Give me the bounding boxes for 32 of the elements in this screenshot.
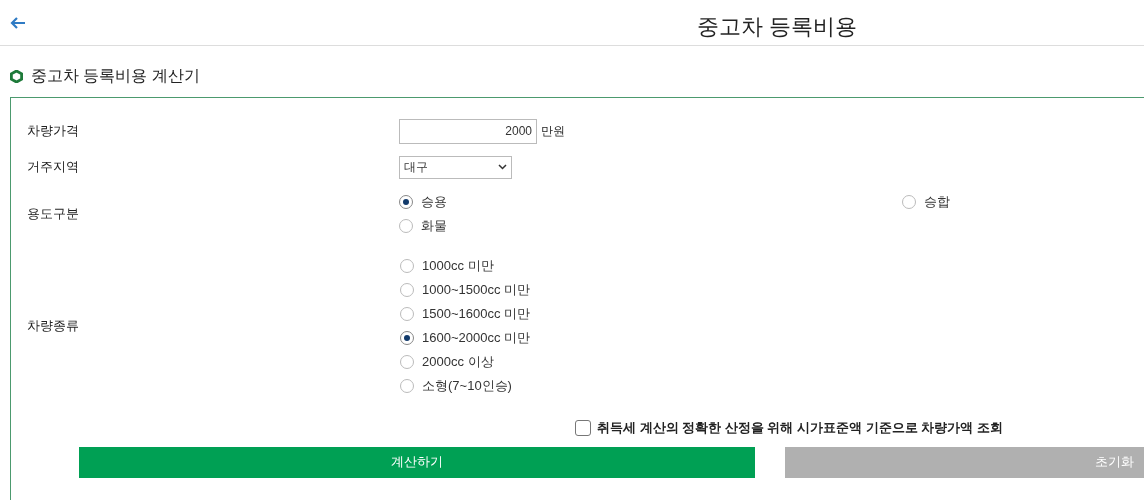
radio-button[interactable]	[400, 379, 414, 393]
chevron-down-icon	[498, 164, 507, 170]
radio-button[interactable]	[399, 219, 413, 233]
radio-label: 1600~2000cc 미만	[422, 329, 531, 348]
radio-button[interactable]	[400, 259, 414, 273]
field-label: 차량종류	[27, 317, 80, 336]
radio-label: 1000~1500cc 미만	[422, 281, 531, 300]
region-select[interactable]: 대구	[399, 155, 512, 179]
radio-button[interactable]	[399, 195, 413, 209]
hexagon-icon	[10, 69, 23, 83]
checkbox-label: 취득세 계산의 정확한 산정을 위해 시가표준액 기준으로 차량가액 조회	[597, 419, 1003, 437]
price-input[interactable]: 2000	[399, 118, 537, 144]
back-arrow-icon[interactable]	[9, 14, 27, 31]
checkbox[interactable]	[575, 419, 591, 436]
field-label: 거주지역	[27, 158, 80, 177]
radio-button[interactable]	[400, 355, 414, 369]
radio-label: 1000cc 미만	[422, 257, 494, 276]
section-title: 중고차 등록비용 계산기	[31, 66, 200, 86]
radio-label: 승합	[924, 193, 950, 212]
unit-label: 만원	[541, 123, 565, 140]
radio-button[interactable]	[400, 283, 414, 297]
field-label: 차량가격	[27, 122, 80, 141]
page-title: 중고차 등록비용	[697, 13, 858, 41]
radio-label: 2000cc 이상	[422, 353, 494, 372]
radio-label: 소형(7~10인승)	[422, 377, 512, 396]
radio-button[interactable]	[400, 307, 414, 321]
radio-label: 화물	[421, 217, 447, 236]
radio-button[interactable]	[400, 331, 414, 345]
radio-label: 승용	[421, 193, 447, 212]
field-label: 용도구분	[27, 205, 80, 224]
radio-button[interactable]	[902, 195, 916, 209]
radio-label: 1500~1600cc 미만	[422, 305, 531, 324]
